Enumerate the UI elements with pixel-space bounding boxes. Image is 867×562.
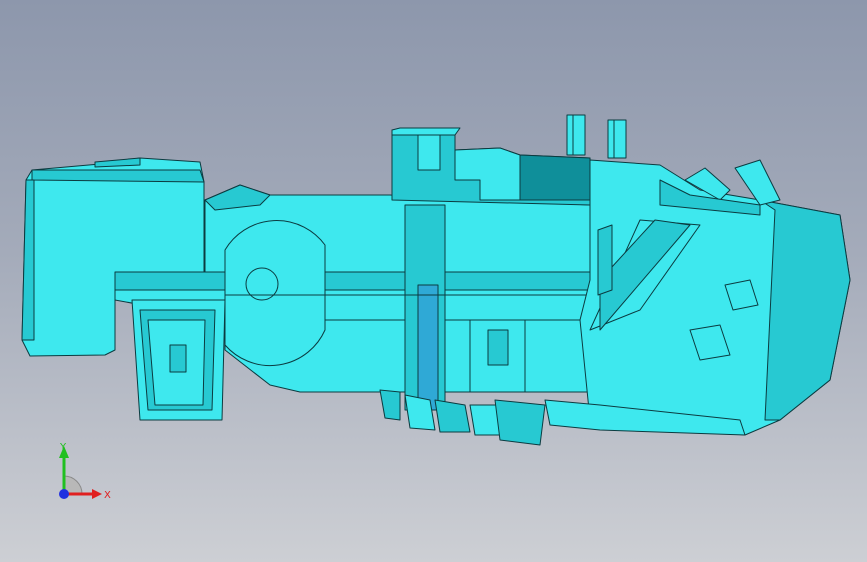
top-block	[391, 127, 591, 206]
3d-model[interactable]	[0, 0, 867, 562]
x-axis-head	[92, 489, 102, 499]
orientation-triad[interactable]: Y X	[40, 436, 130, 516]
z-axis-dot	[59, 489, 69, 499]
y-axis-label: Y	[59, 442, 67, 453]
x-axis-label: X	[104, 490, 111, 501]
posts	[566, 114, 627, 159]
bottom-center-pocket	[469, 319, 526, 393]
bottom-left-pocket	[131, 299, 226, 421]
graphics-viewport[interactable]: Y X	[0, 0, 867, 562]
